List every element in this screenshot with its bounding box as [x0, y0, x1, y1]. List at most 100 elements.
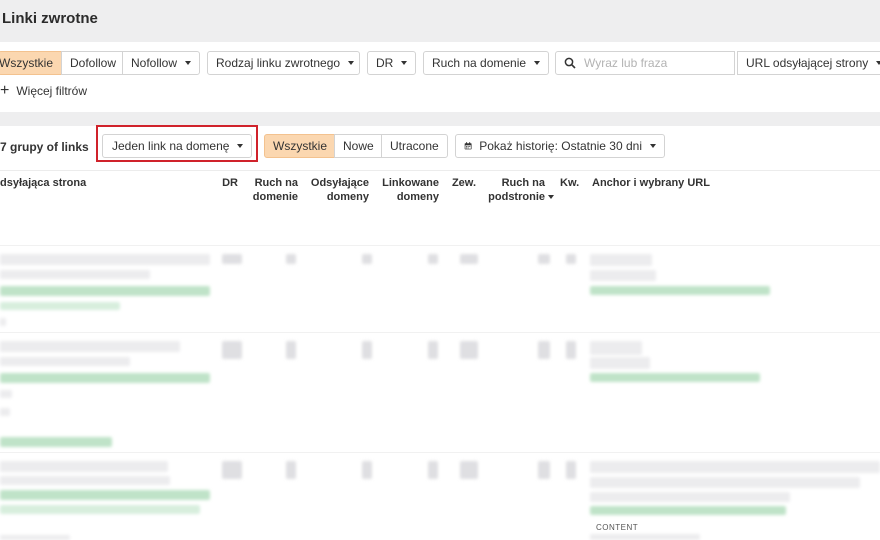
content-tag: CONTENT — [596, 523, 639, 532]
row-subtitle-blur — [0, 357, 130, 366]
status-tab-new-label: Nowe — [343, 139, 374, 153]
cell-linked-blur — [428, 461, 438, 479]
search-scope-dropdown[interactable]: URL odsyłającej strony — [737, 51, 880, 75]
groups-count: 7 grupy of links — [0, 140, 89, 154]
cell-anchor-url-blur — [590, 506, 786, 515]
section-divider — [0, 112, 880, 126]
cell-anchor3-blur — [590, 492, 790, 502]
row-url-blur — [0, 286, 210, 296]
column-domain-traffic[interactable]: Ruch na domenie — [240, 176, 298, 204]
cell-linked-blur — [428, 254, 438, 264]
column-page-traffic-line1: Ruch na — [501, 177, 545, 189]
search-icon — [564, 57, 576, 69]
row-title-blur — [0, 461, 168, 472]
cell-keywords-blur — [566, 341, 576, 359]
row-misc-blur — [0, 535, 70, 540]
column-linked-domains[interactable]: Linkowane domeny — [374, 176, 439, 204]
cell-refdomains-blur — [362, 461, 372, 479]
page-header: Linki zwrotne — [0, 0, 880, 42]
filter-dr-dropdown[interactable]: DR — [367, 51, 416, 75]
column-external[interactable]: Zew. — [446, 176, 476, 190]
chevron-down-icon — [650, 144, 656, 148]
column-referring-domains-line1: Odsyłające — [310, 177, 369, 189]
cell-traffic-blur — [286, 254, 296, 264]
row-title-blur — [0, 341, 180, 352]
search-field[interactable] — [555, 51, 735, 75]
cell-anchor-blur — [590, 461, 880, 473]
cell-external-blur — [460, 341, 478, 359]
chevron-down-icon — [534, 61, 541, 65]
search-input[interactable] — [584, 56, 724, 70]
filter-backlink-kind-dropdown[interactable]: Rodzaj linku zwrotnego — [207, 51, 360, 75]
history-label: Pokaż historię: Ostatnie 30 dni — [479, 139, 642, 153]
column-domain-traffic-line1: Ruch na — [254, 177, 298, 189]
filter-domain-traffic-dropdown[interactable]: Ruch na domenie — [423, 51, 549, 75]
cell-pagetraffic-blur — [538, 461, 550, 479]
chevron-down-icon — [401, 61, 408, 65]
row-url-blur — [0, 373, 210, 383]
filter-link-type-dofollow[interactable]: Dofollow — [61, 51, 123, 75]
cell-anchor-more-blur — [590, 534, 700, 540]
cell-traffic-blur — [286, 461, 296, 479]
filter-link-type-nofollow-label: Nofollow — [131, 56, 178, 70]
highlight-annotation — [96, 125, 258, 162]
page-title: Linki zwrotne — [2, 10, 98, 27]
column-anchor[interactable]: Anchor i wybrany URL — [592, 176, 710, 190]
chevron-down-icon — [185, 61, 192, 65]
column-page-traffic[interactable]: Ruch na podstronie — [482, 176, 554, 204]
cell-anchor2-blur — [590, 477, 860, 488]
cell-pagetraffic-blur — [538, 341, 550, 359]
filter-link-type-nofollow[interactable]: Nofollow — [122, 51, 200, 75]
row-title-blur — [0, 254, 210, 265]
cell-pagetraffic-blur — [538, 254, 550, 264]
row-divider — [0, 452, 880, 453]
column-referring-domains[interactable]: Odsyłające domeny — [303, 176, 369, 204]
row-url2-blur — [0, 302, 120, 310]
row-url2-blur — [0, 437, 112, 447]
status-tab-lost-label: Utracone — [390, 139, 439, 153]
cell-linked-blur — [428, 341, 438, 359]
column-dr[interactable]: DR — [210, 176, 238, 190]
history-dropdown[interactable]: Pokaż historię: Ostatnie 30 dni — [455, 134, 665, 158]
search-scope-label: URL odsyłającej strony — [746, 56, 869, 70]
more-filters-label: Więcej filtrów — [16, 84, 88, 98]
status-tab-all-label: Wszystkie — [273, 139, 327, 153]
status-tab-new[interactable]: Nowe — [334, 134, 382, 158]
row-url-blur — [0, 490, 210, 500]
cell-dr-blur — [222, 341, 242, 359]
column-domain-traffic-line2: domenie — [252, 191, 298, 203]
column-referring-page[interactable]: dsyłająca strona — [0, 176, 86, 190]
filter-link-type-all-label: Wszystkie — [0, 56, 53, 70]
filter-backlink-kind-label: Rodzaj linku zwrotnego — [216, 56, 341, 70]
row-misc-blur — [0, 318, 6, 326]
column-linked-domains-line2: domeny — [396, 191, 439, 203]
filter-link-type-all[interactable]: Wszystkie — [0, 51, 62, 75]
cell-anchor2-blur — [590, 357, 650, 369]
column-page-traffic-line2: podstronie — [488, 191, 545, 203]
status-tab-lost[interactable]: Utracone — [381, 134, 448, 158]
column-page-traffic-line2-wrap: podstronie — [482, 190, 554, 204]
row-url2-blur — [0, 505, 200, 514]
column-keywords[interactable]: Kw. — [560, 176, 582, 190]
cell-anchor-blur — [590, 341, 642, 355]
filter-link-type-dofollow-label: Dofollow — [70, 56, 117, 70]
column-referring-domains-line2: domeny — [326, 191, 369, 203]
filter-domain-traffic-label: Ruch na domenie — [432, 56, 527, 70]
calendar-icon — [464, 142, 472, 150]
status-tab-all[interactable]: Wszystkie — [264, 134, 335, 158]
cell-refdomains-blur — [362, 254, 372, 264]
row-divider — [0, 245, 880, 246]
chevron-down-icon — [876, 61, 880, 65]
cell-refdomains-blur — [362, 341, 372, 359]
cell-traffic-blur — [286, 341, 296, 359]
cell-keywords-blur — [566, 254, 576, 264]
filter-dr-label: DR — [376, 56, 394, 70]
more-filters-button[interactable]: + Więcej filtrów — [0, 83, 87, 99]
row-misc-blur — [0, 390, 12, 398]
plus-icon: + — [0, 82, 10, 99]
cell-keywords-blur — [566, 461, 576, 479]
row-misc2-blur — [0, 408, 10, 416]
cell-anchor-url-blur — [590, 373, 760, 382]
cell-dr-blur — [222, 461, 242, 479]
cell-anchor-blur — [590, 254, 652, 266]
